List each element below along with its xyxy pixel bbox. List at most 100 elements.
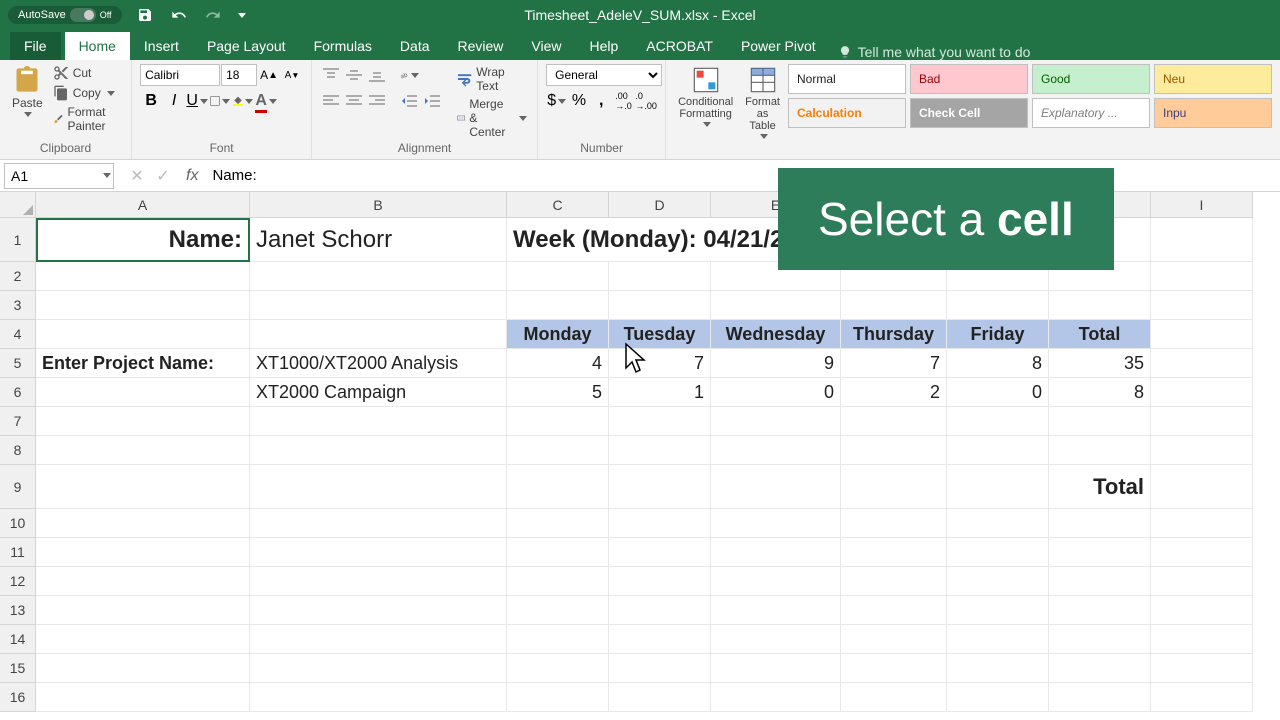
align-top-icon[interactable] [320,64,342,86]
format-as-table-button[interactable]: Format as Table [741,64,784,141]
select-all-corner[interactable] [0,192,36,218]
row-header-4[interactable]: 4 [0,320,36,349]
tab-data[interactable]: Data [386,32,444,60]
tab-help[interactable]: Help [576,32,633,60]
tab-formulas[interactable]: Formulas [300,32,386,60]
copy-button[interactable]: Copy [51,84,123,102]
increase-indent-icon[interactable] [421,90,443,112]
orientation-icon[interactable]: ab [398,64,420,86]
cell-f6[interactable]: 2 [841,378,947,407]
align-middle-icon[interactable] [343,64,365,86]
align-left-icon[interactable] [320,90,342,112]
underline-button[interactable]: U [186,90,208,112]
percent-format-icon[interactable]: % [568,90,589,112]
cut-button[interactable]: Cut [51,64,123,82]
cell-h5[interactable]: 35 [1049,349,1151,378]
col-header-a[interactable]: A [36,192,250,218]
cell-e4[interactable]: Wednesday [711,320,841,349]
cell-c5[interactable]: 4 [507,349,609,378]
italic-button[interactable]: I [163,90,185,112]
row-header-14[interactable]: 14 [0,625,36,654]
tab-power-pivot[interactable]: Power Pivot [727,32,830,60]
cell-h9[interactable]: Total [1049,465,1151,509]
decrease-font-icon[interactable]: A▼ [281,64,303,86]
row-header-3[interactable]: 3 [0,291,36,320]
number-format-select[interactable]: General [546,64,662,86]
cell-f4[interactable]: Thursday [841,320,947,349]
tab-insert[interactable]: Insert [130,32,193,60]
col-header-i[interactable]: I [1151,192,1253,218]
cancel-icon[interactable]: ✕ [126,165,148,187]
border-button[interactable] [209,90,231,112]
qat-dropdown-icon[interactable] [238,13,246,18]
cell-b6[interactable]: XT2000 Campaign [250,378,507,407]
decrease-indent-icon[interactable] [398,90,420,112]
cell-d6[interactable]: 1 [609,378,711,407]
row-header-13[interactable]: 13 [0,596,36,625]
align-bottom-icon[interactable] [366,64,388,86]
name-box[interactable]: A1 [4,163,114,189]
style-calculation[interactable]: Calculation [788,98,906,128]
paste-button[interactable]: Paste [8,64,47,119]
row-header-9[interactable]: 9 [0,465,36,509]
row-header-11[interactable]: 11 [0,538,36,567]
cell-c6[interactable]: 5 [507,378,609,407]
merge-center-button[interactable]: Merge & Center [455,96,529,140]
increase-font-icon[interactable]: A▲ [258,64,280,86]
comma-format-icon[interactable]: , [591,90,612,112]
cell-b1[interactable]: Janet Schorr [250,218,507,262]
formula-input[interactable] [208,167,1280,184]
undo-icon[interactable] [168,4,190,26]
style-check-cell[interactable]: Check Cell [910,98,1028,128]
font-size-select[interactable] [221,64,257,86]
tab-view[interactable]: View [517,32,575,60]
cell-h4[interactable]: Total [1049,320,1151,349]
fill-color-button[interactable] [232,90,254,112]
spreadsheet-grid[interactable]: A B C D E F G H I 1 Name: Janet Schorr W… [0,192,1280,712]
cell-a5[interactable]: Enter Project Name: [36,349,250,378]
font-color-button[interactable]: A [255,90,277,112]
format-painter-button[interactable]: Format Painter [51,104,123,134]
row-header-16[interactable]: 16 [0,683,36,712]
accounting-format-icon[interactable]: $ [546,90,567,112]
tab-review[interactable]: Review [444,32,518,60]
tab-home[interactable]: Home [65,32,130,60]
row-header-7[interactable]: 7 [0,407,36,436]
style-neutral[interactable]: Neu [1154,64,1272,94]
bold-button[interactable]: B [140,90,162,112]
row-header-6[interactable]: 6 [0,378,36,407]
col-header-d[interactable]: D [609,192,711,218]
wrap-text-button[interactable]: Wrap Text [455,64,529,94]
cell-f5[interactable]: 7 [841,349,947,378]
conditional-formatting-button[interactable]: Conditional Formatting [674,64,737,129]
fx-icon[interactable]: fx [186,167,198,185]
cell-styles-gallery[interactable]: Normal Bad Good Neu Calculation Check Ce… [788,64,1272,128]
name-box-dropdown-icon[interactable] [103,173,111,178]
increase-decimal-icon[interactable]: .00→.0 [613,90,634,112]
cell-h6[interactable]: 8 [1049,378,1151,407]
cell-a1[interactable]: Name: [36,218,250,262]
tell-me-search[interactable]: Tell me what you want to do [838,44,1031,60]
row-header-12[interactable]: 12 [0,567,36,596]
autosave-switch[interactable] [70,8,96,22]
row-header-8[interactable]: 8 [0,436,36,465]
cell-e6[interactable]: 0 [711,378,841,407]
cell-g6[interactable]: 0 [947,378,1049,407]
style-normal[interactable]: Normal [788,64,906,94]
font-name-select[interactable] [140,64,220,86]
cell-b5[interactable]: XT1000/XT2000 Analysis [250,349,507,378]
cell-g5[interactable]: 8 [947,349,1049,378]
col-header-c[interactable]: C [507,192,609,218]
decrease-decimal-icon[interactable]: .0→.00 [635,90,657,112]
style-good[interactable]: Good [1032,64,1150,94]
style-input[interactable]: Inpu [1154,98,1272,128]
cell-i1[interactable] [1151,218,1253,262]
align-center-icon[interactable] [343,90,365,112]
autosave-toggle[interactable]: AutoSave Off [8,6,122,24]
cell-d5[interactable]: 7 [609,349,711,378]
style-bad[interactable]: Bad [910,64,1028,94]
enter-icon[interactable]: ✓ [152,165,174,187]
tab-page-layout[interactable]: Page Layout [193,32,300,60]
cell-g4[interactable]: Friday [947,320,1049,349]
row-header-5[interactable]: 5 [0,349,36,378]
